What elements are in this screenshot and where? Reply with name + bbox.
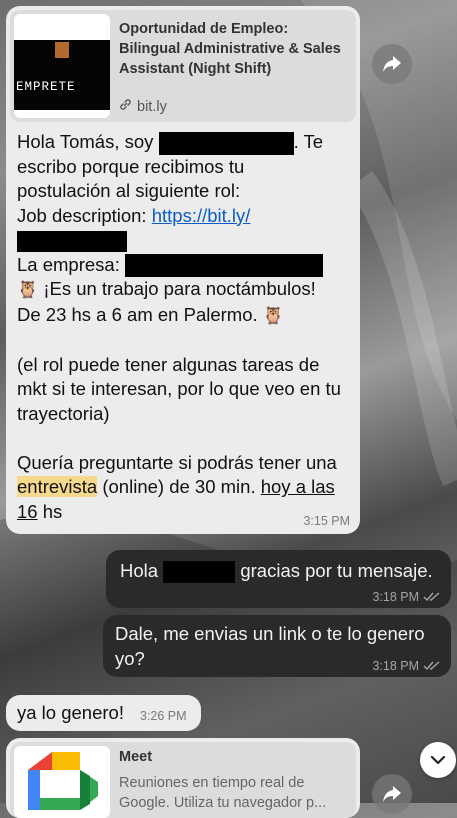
redacted-company [124,254,323,278]
outgoing-message-link-question[interactable]: Dale, me envias un link o te lo genero y… [103,615,451,677]
google-meet-logo [14,746,110,818]
body-line-2: escribo porque recibimos tu [17,155,245,177]
scroll-to-bottom-button[interactable] [420,742,456,778]
role-note: (el rol puede tener algunas tareas de mk… [17,353,341,424]
link-preview-title: Oportunidad de Empleo: Bilingual Adminis… [119,21,341,77]
owl-emoji: 🦉 [262,305,284,325]
greeting-text: Hola Tomás, soy [17,131,154,152]
link-preview-description: Reuniones en tiempo real de Google. Util… [119,775,327,811]
link-icon [119,98,132,115]
redacted-link [17,231,127,253]
message-body: Hola Tomás, soy . Te escribo porque reci… [17,130,353,524]
link-preview-card[interactable]: EMPRETE Oportunidad de Empleo: Bilingual… [10,10,356,122]
double-check-icon [423,661,440,671]
share-arrow-icon [383,56,401,72]
chevron-down-icon [430,755,446,765]
message-time: 3:18 PM [372,590,419,604]
body-line-3: postulación al siguiente rol: [17,180,241,202]
outgoing-message-thanks[interactable]: Hola gracias por tu mensaje. 3:18 PM [106,550,451,608]
date-link-2[interactable]: 16 [17,501,38,522]
redacted-name [163,561,236,584]
company-label: La empresa: [17,253,120,275]
double-check-icon [423,592,440,602]
date-link-1[interactable]: hoy a las [261,476,335,497]
owl-emoji: 🦉 [17,280,39,300]
job-description-label: Job description: [17,204,147,226]
share-arrow-icon [383,786,401,802]
link-preview-domain-row: bit.ly [119,98,167,115]
forward-button[interactable] [372,774,412,814]
link-preview-title: Meet [119,749,153,765]
schedule-text: De 23 hs a 6 am en Palermo. [17,303,258,325]
incoming-message-meet-link[interactable]: Meet Reuniones en tiempo real de Google.… [6,738,360,818]
highlighted-word: entrevista [17,476,98,498]
link-preview-card[interactable]: Meet Reuniones en tiempo real de Google.… [10,742,356,818]
redacted-name [158,131,294,155]
job-link[interactable]: https://bit.ly/ [152,205,251,226]
incoming-message-job-offer[interactable]: EMPRETE Oportunidad de Empleo: Bilingual… [6,6,360,534]
thumb-brand-text: EMPRETE [16,80,76,94]
incoming-message-short[interactable]: ya lo genero! 3:26 PM [6,695,201,731]
forward-button[interactable] [372,44,412,84]
message-time: 3:15 PM [303,514,350,528]
link-preview-domain: bit.ly [137,98,167,115]
message-time: 3:26 PM [140,709,187,723]
message-time: 3:18 PM [372,659,419,673]
link-preview-thumbnail: EMPRETE [14,14,110,118]
